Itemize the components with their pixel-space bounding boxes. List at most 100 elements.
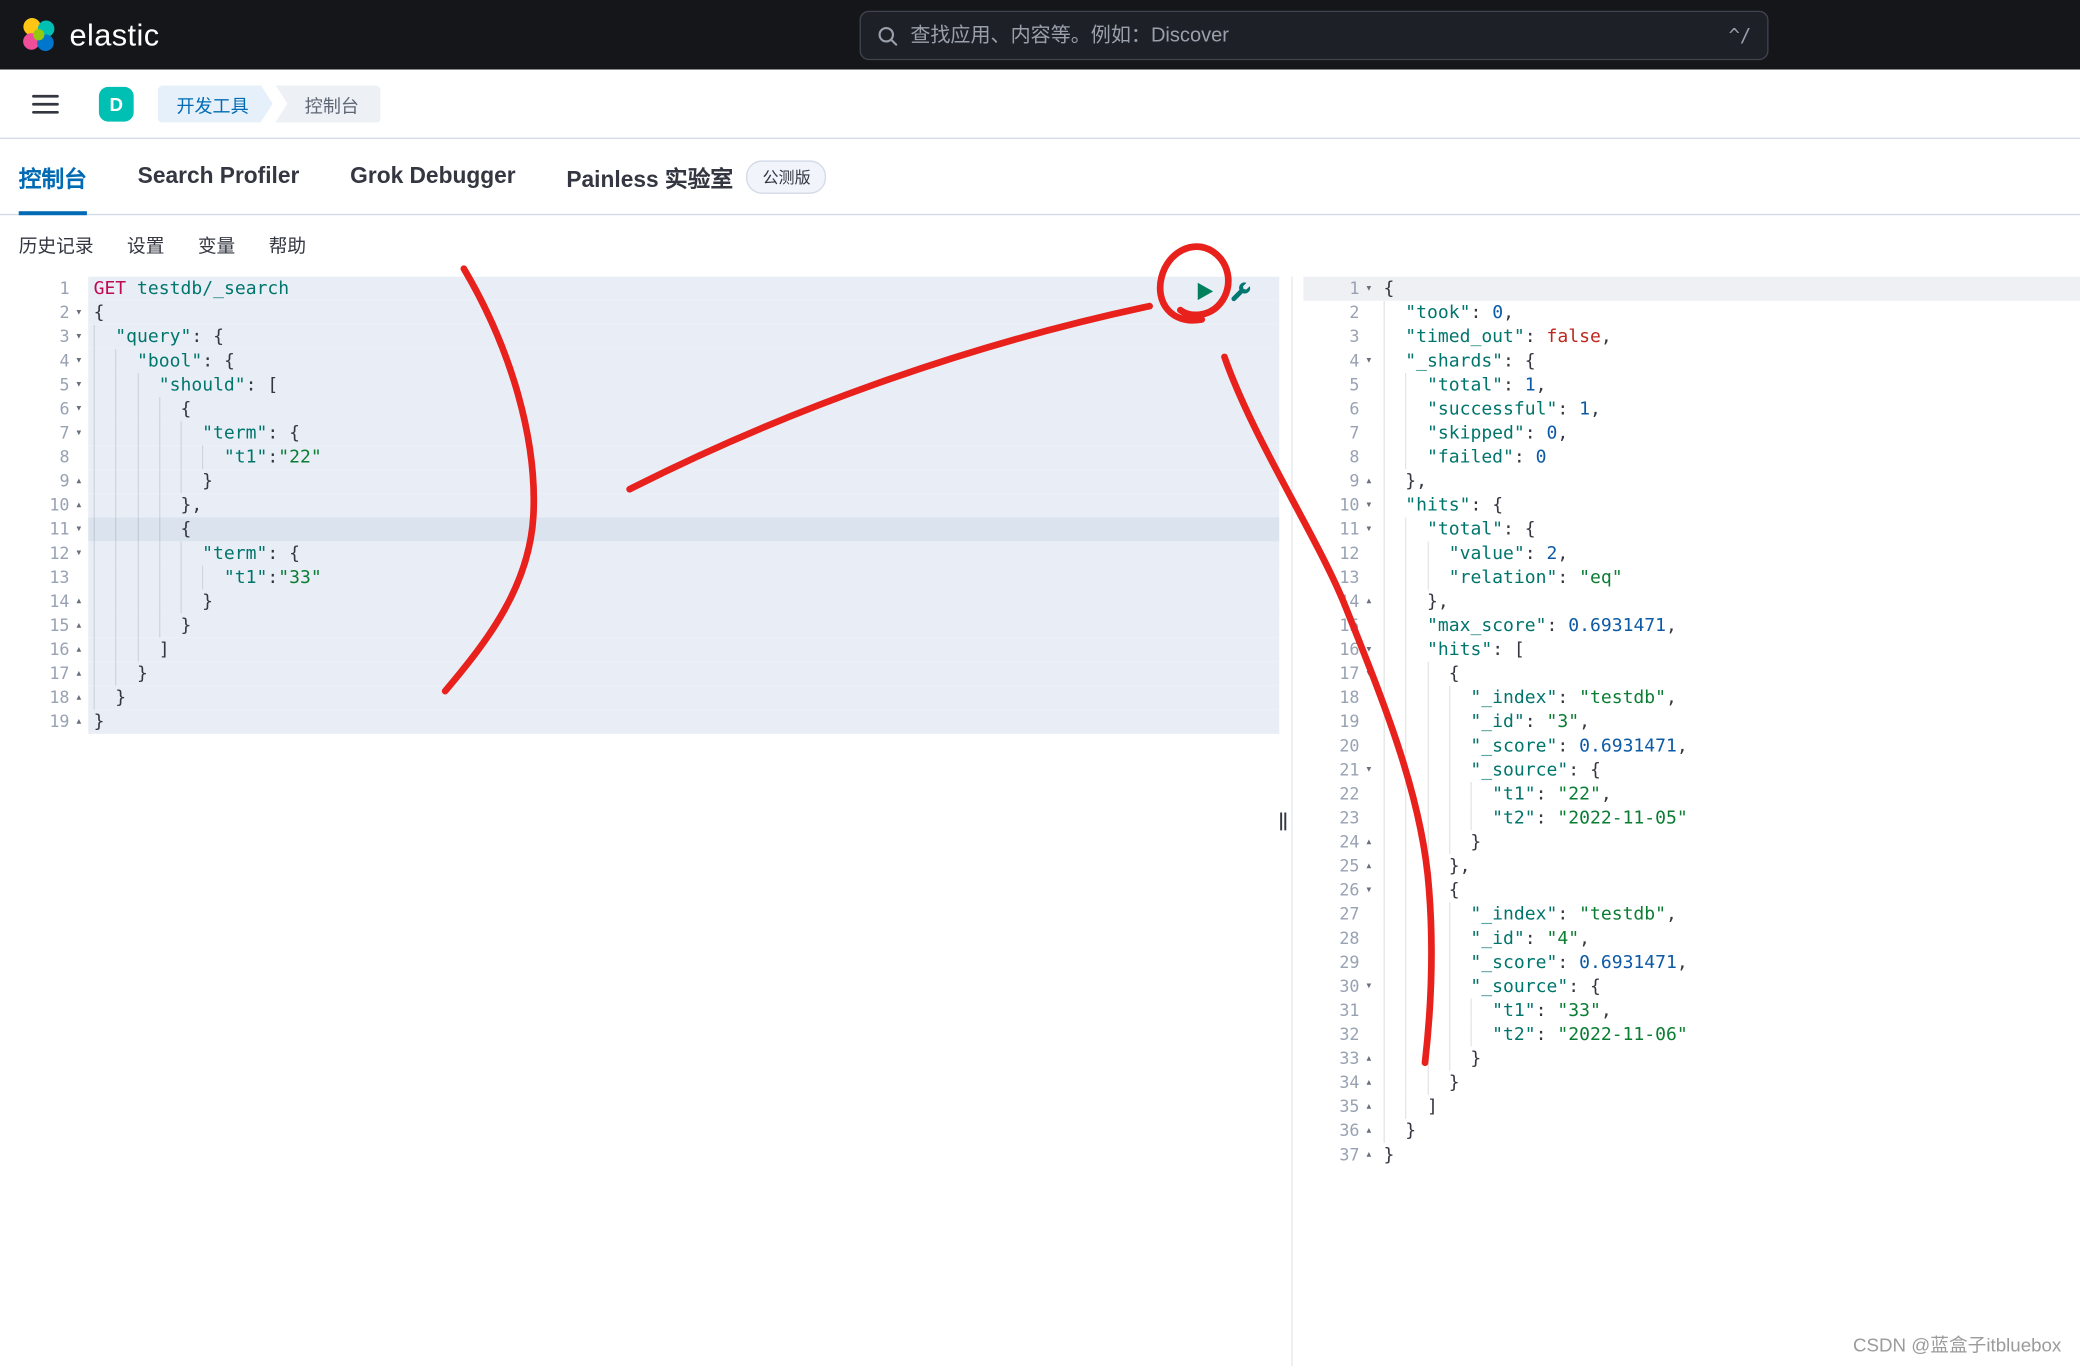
fold-close-icon[interactable]: ▴ — [1359, 1095, 1378, 1119]
response-line-2[interactable]: 2 "took": 0, — [1303, 301, 2080, 325]
response-line-25[interactable]: 25 ▴}, — [1303, 854, 2080, 878]
response-line-1[interactable]: 1 ▾{ — [1303, 276, 2080, 301]
fold-close-icon[interactable]: ▴ — [70, 493, 89, 517]
fold-open-icon[interactable]: ▾ — [1359, 758, 1378, 782]
response-line-33[interactable]: 33 ▴} — [1303, 1047, 2080, 1071]
request-line-8[interactable]: 8 "t1":"22" — [0, 445, 1280, 470]
response-line-21[interactable]: 21 ▾ "_source": { — [1303, 758, 2080, 782]
request-options-button[interactable] — [1228, 279, 1251, 302]
fold-close-icon[interactable]: ▴ — [1359, 1119, 1378, 1143]
fold-close-icon[interactable]: ▴ — [70, 469, 89, 493]
fold-close-icon[interactable]: ▴ — [1359, 590, 1378, 614]
fold-open-icon[interactable]: ▾ — [70, 421, 89, 445]
fold-open-icon[interactable]: ▾ — [1359, 277, 1378, 301]
request-line-7[interactable]: 7 ▾ "term": { — [0, 421, 1280, 446]
response-line-20[interactable]: 20 "_score": 0.6931471, — [1303, 734, 2080, 758]
response-line-24[interactable]: 24 ▴} — [1303, 830, 2080, 854]
fold-close-icon[interactable]: ▴ — [1359, 469, 1378, 493]
breadcrumb-console[interactable]: 控制台 — [275, 84, 381, 123]
space-avatar[interactable]: D — [98, 86, 134, 121]
fold-close-icon[interactable]: ▴ — [70, 614, 89, 638]
variables-button[interactable]: 变量 — [198, 233, 235, 260]
response-line-5[interactable]: 5 "total": 1, — [1303, 373, 2080, 397]
response-line-30[interactable]: 30 ▾ "_source": { — [1303, 974, 2080, 998]
global-search-input[interactable] — [910, 24, 1717, 47]
response-line-18[interactable]: 18 "_index": "testdb", — [1303, 686, 2080, 710]
request-line-13[interactable]: 13 "t1":"33" — [0, 565, 1280, 590]
request-editor[interactable]: 1 GET testdb/_search 2 ▾{3 ▾ "query": {4 ▾ "boo… — [0, 276, 1280, 1366]
fold-close-icon[interactable]: ▴ — [70, 710, 89, 734]
request-line-19[interactable]: 19 ▴} — [0, 709, 1280, 734]
request-line-11[interactable]: 11 ▾{ — [0, 517, 1280, 542]
tab-search-profiler[interactable]: Search Profiler — [138, 139, 300, 214]
response-line-9[interactable]: 9 ▴}, — [1303, 469, 2080, 493]
request-line-3[interactable]: 3 ▾ "query": { — [0, 324, 1280, 349]
response-line-36[interactable]: 36 ▴} — [1303, 1119, 2080, 1143]
response-line-13[interactable]: 13 "relation": "eq" — [1303, 565, 2080, 589]
fold-open-icon[interactable]: ▾ — [1359, 638, 1378, 662]
fold-close-icon[interactable]: ▴ — [1359, 1143, 1378, 1167]
fold-open-icon[interactable]: ▾ — [70, 541, 89, 565]
menu-icon[interactable] — [24, 81, 67, 126]
request-line-18[interactable]: 18 ▴} — [0, 685, 1280, 710]
response-line-27[interactable]: 27 "_index": "testdb", — [1303, 902, 2080, 926]
request-line-9[interactable]: 9 ▴} — [0, 469, 1280, 494]
response-line-35[interactable]: 35 ▴] — [1303, 1095, 2080, 1119]
response-line-7[interactable]: 7 "skipped": 0, — [1303, 421, 2080, 445]
response-line-10[interactable]: 10 ▾ "hits": { — [1303, 493, 2080, 517]
request-line-6[interactable]: 6 ▾{ — [0, 397, 1280, 422]
fold-close-icon[interactable]: ▴ — [1359, 1047, 1378, 1071]
fold-open-icon[interactable]: ▾ — [70, 373, 89, 397]
response-line-16[interactable]: 16 ▾ "hits": [ — [1303, 638, 2080, 662]
response-line-37[interactable]: 37 ▴} — [1303, 1143, 2080, 1167]
fold-open-icon[interactable]: ▾ — [70, 325, 89, 349]
fold-close-icon[interactable]: ▴ — [70, 662, 89, 686]
request-line-10[interactable]: 10 ▴}, — [0, 493, 1280, 518]
response-line-19[interactable]: 19 "_id": "3", — [1303, 710, 2080, 734]
fold-open-icon[interactable]: ▾ — [70, 517, 89, 541]
response-line-26[interactable]: 26 ▾{ — [1303, 878, 2080, 902]
response-line-29[interactable]: 29 "_score": 0.6931471, — [1303, 950, 2080, 974]
elastic-home-link[interactable]: elastic — [21, 17, 159, 53]
response-line-22[interactable]: 22 "t1": "22", — [1303, 782, 2080, 806]
response-line-11[interactable]: 11 ▾ "total": { — [1303, 517, 2080, 541]
global-search-bar[interactable]: ^/ — [859, 10, 1769, 61]
fold-close-icon[interactable]: ▴ — [1359, 830, 1378, 854]
fold-close-icon[interactable]: ▴ — [70, 686, 89, 710]
tab-painless-lab[interactable]: Painless 实验室 公测版 — [566, 139, 827, 214]
response-line-3[interactable]: 3 "timed_out": false, — [1303, 325, 2080, 349]
response-line-14[interactable]: 14 ▴}, — [1303, 590, 2080, 614]
fold-close-icon[interactable]: ▴ — [70, 638, 89, 662]
help-button[interactable]: 帮助 — [269, 233, 306, 260]
response-line-17[interactable]: 17 ▾{ — [1303, 662, 2080, 686]
request-line-1[interactable]: 1 GET testdb/_search — [0, 276, 1280, 301]
request-line-2[interactable]: 2 ▾{ — [0, 300, 1280, 325]
response-line-15[interactable]: 15 "max_score": 0.6931471, — [1303, 614, 2080, 638]
response-line-31[interactable]: 31 "t1": "33", — [1303, 999, 2080, 1023]
history-button[interactable]: 历史记录 — [19, 233, 94, 260]
fold-open-icon[interactable]: ▾ — [1359, 662, 1378, 686]
request-line-12[interactable]: 12 ▾ "term": { — [0, 541, 1280, 566]
response-line-12[interactable]: 12 "value": 2, — [1303, 541, 2080, 565]
request-line-15[interactable]: 15 ▴} — [0, 613, 1280, 638]
fold-open-icon[interactable]: ▾ — [1359, 974, 1378, 998]
request-line-17[interactable]: 17 ▴} — [0, 661, 1280, 686]
response-line-4[interactable]: 4 ▾ "_shards": { — [1303, 349, 2080, 373]
request-line-4[interactable]: 4 ▾ "bool": { — [0, 348, 1280, 373]
fold-open-icon[interactable]: ▾ — [1359, 349, 1378, 373]
response-line-32[interactable]: 32 "t2": "2022-11-06" — [1303, 1023, 2080, 1047]
response-line-28[interactable]: 28 "_id": "4", — [1303, 926, 2080, 950]
panel-resize-handle[interactable]: ‖ — [1278, 811, 1288, 831]
response-line-6[interactable]: 6 "successful": 1, — [1303, 397, 2080, 421]
fold-close-icon[interactable]: ▴ — [1359, 854, 1378, 878]
response-line-23[interactable]: 23 "t2": "2022-11-05" — [1303, 806, 2080, 830]
fold-close-icon[interactable]: ▴ — [70, 590, 89, 614]
fold-open-icon[interactable]: ▾ — [1359, 517, 1378, 541]
fold-open-icon[interactable]: ▾ — [1359, 878, 1378, 902]
settings-button[interactable]: 设置 — [127, 233, 164, 260]
request-line-5[interactable]: 5 ▾ "should": [ — [0, 372, 1280, 398]
fold-open-icon[interactable]: ▾ — [70, 397, 89, 421]
breadcrumb-dev-tools[interactable]: 开发工具 — [158, 85, 273, 122]
response-line-8[interactable]: 8 "failed": 0 — [1303, 445, 2080, 469]
send-request-button[interactable] — [1194, 279, 1217, 302]
